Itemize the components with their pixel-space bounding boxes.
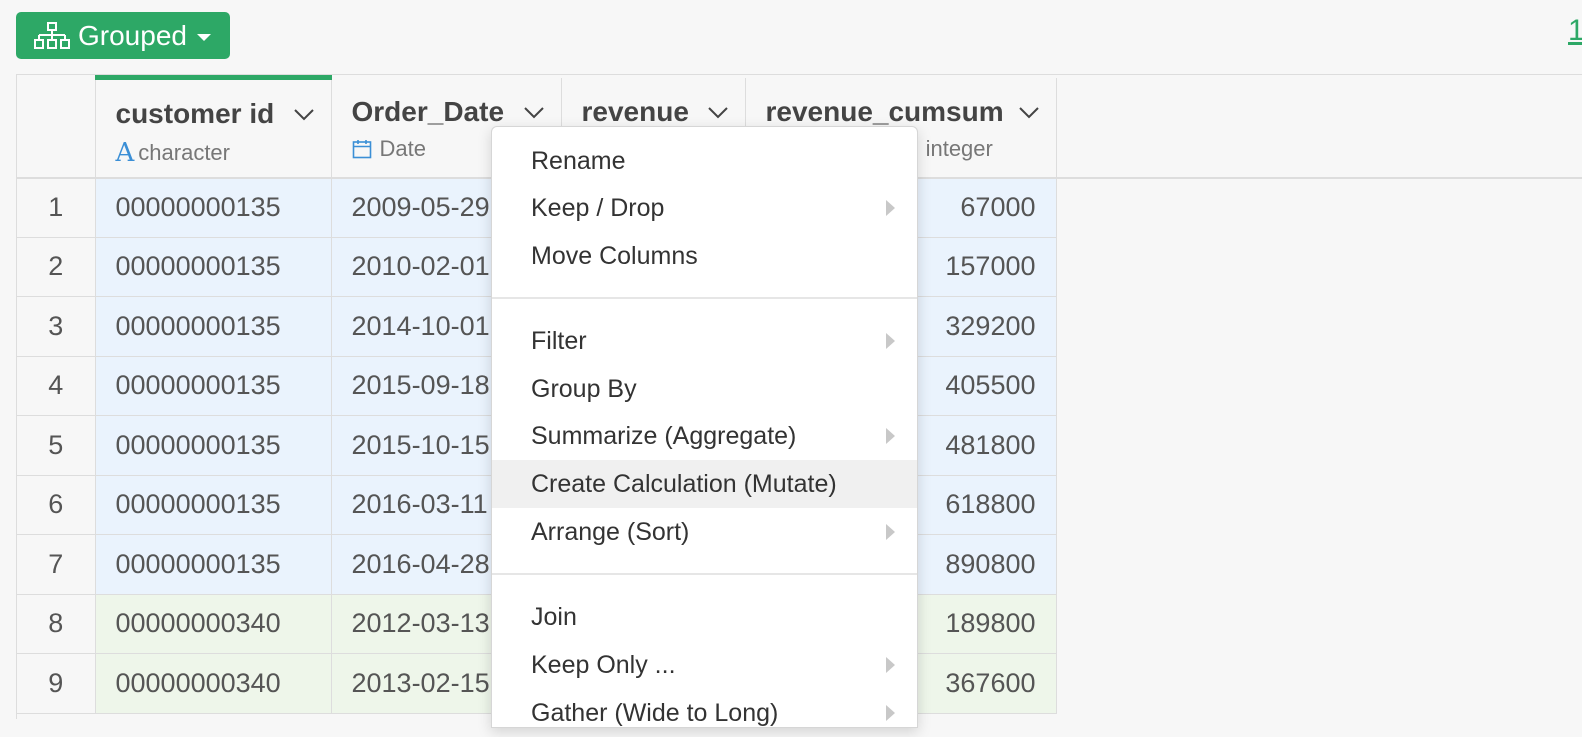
menu-item-summarize-aggregate[interactable]: Summarize (Aggregate) [492, 412, 917, 460]
caret-down-icon [196, 33, 211, 41]
cell-customer-id[interactable]: 00000000135 [95, 475, 332, 535]
empty-cell [1056, 415, 1582, 475]
menu-item-gather-wide-to-long[interactable]: Gather (Wide to Long) [492, 689, 917, 737]
menu-item-arrange-sort[interactable]: Arrange (Sort) [492, 508, 917, 556]
empty-cell [1056, 534, 1582, 594]
cell-customer-id[interactable]: 00000000135 [95, 356, 332, 416]
submenu-arrow-icon [886, 428, 895, 444]
column-header-customer-id[interactable]: customer id A character [95, 75, 332, 179]
toolbar: Grouped 1 [0, 0, 1582, 74]
column-type-label: Date [379, 135, 426, 161]
column-type: ± integer [906, 136, 993, 162]
row-index[interactable]: 5 [17, 415, 96, 476]
submenu-arrow-icon [886, 333, 895, 349]
menu-item-label: Filter [531, 327, 587, 355]
menu-item-filter[interactable]: Filter [492, 317, 917, 365]
submenu-arrow-icon [886, 200, 895, 216]
grouped-button[interactable]: Grouped [16, 12, 230, 59]
chevron-down-icon[interactable] [523, 106, 545, 120]
menu-item-rename[interactable]: Rename [492, 137, 917, 185]
submenu-arrow-icon [886, 705, 895, 721]
row-index[interactable]: 2 [17, 237, 96, 297]
row-index[interactable]: 4 [17, 356, 96, 416]
corner-link[interactable]: 1 [1568, 14, 1582, 52]
empty-cell [1056, 237, 1582, 297]
grouped-button-label: Grouped [78, 19, 187, 51]
menu-item-label: Summarize (Aggregate) [531, 422, 797, 450]
menu-item-label: Group By [531, 375, 637, 403]
column-type: A character [116, 138, 231, 168]
menu-item-label: Create Calculation (Mutate) [531, 470, 837, 498]
cell-customer-id[interactable]: 00000000135 [95, 177, 332, 238]
empty-cell [1056, 356, 1582, 416]
menu-item-label: Join [531, 603, 577, 631]
menu-item-create-calculation-mutate[interactable]: Create Calculation (Mutate) [492, 460, 917, 508]
column-title: revenue [581, 95, 689, 127]
menu-item-label: Move Columns [531, 242, 698, 270]
row-index[interactable]: 1 [17, 177, 96, 238]
empty-cell [1056, 296, 1582, 356]
row-index[interactable]: 8 [17, 594, 96, 654]
row-index[interactable]: 7 [17, 534, 96, 595]
empty-cell [1056, 594, 1582, 654]
character-type-icon: A [115, 138, 135, 168]
menu-item-keep-drop[interactable]: Keep / Drop [492, 184, 917, 232]
menu-separator [492, 573, 917, 575]
empty-cell [1056, 177, 1582, 237]
column-type: Date [352, 136, 426, 162]
empty-cell [1056, 653, 1582, 713]
cell-customer-id[interactable]: 00000000340 [95, 594, 332, 654]
menu-item-keep-only[interactable]: Keep Only ... [492, 641, 917, 689]
cell-customer-id[interactable]: 00000000135 [95, 534, 332, 595]
cell-customer-id[interactable]: 00000000340 [95, 653, 332, 714]
chevron-down-icon[interactable] [707, 106, 729, 120]
menu-item-join[interactable]: Join [492, 593, 917, 641]
menu-separator [492, 297, 917, 299]
cell-customer-id[interactable]: 00000000135 [95, 237, 332, 297]
empty-cell [1056, 475, 1582, 535]
row-index[interactable]: 3 [17, 296, 96, 357]
calendar-icon [352, 139, 371, 158]
row-index-header [17, 77, 96, 179]
submenu-arrow-icon [886, 524, 895, 540]
column-type-label: integer [925, 135, 993, 161]
menu-item-label: Arrange (Sort) [531, 518, 690, 546]
cell-customer-id[interactable]: 00000000135 [95, 415, 332, 476]
column-title: revenue_cumsum [765, 95, 1004, 127]
menu-item-label: Rename [531, 147, 626, 175]
column-context-menu: Rename Keep / Drop Move Columns Filter Group… [491, 126, 918, 728]
submenu-arrow-icon [886, 657, 895, 673]
row-index[interactable]: 9 [17, 653, 96, 714]
cell-customer-id[interactable]: 00000000135 [95, 296, 332, 357]
menu-item-label: Keep Only ... [531, 651, 676, 679]
menu-item-label: Gather (Wide to Long) [531, 699, 779, 727]
column-type-label: character [138, 140, 230, 165]
row-index[interactable]: 6 [17, 475, 96, 535]
chevron-down-icon[interactable] [293, 108, 315, 122]
menu-item-group-by[interactable]: Group By [492, 365, 917, 413]
hierarchy-icon [34, 21, 70, 49]
empty-header [1056, 77, 1582, 179]
menu-item-move-columns[interactable]: Move Columns [492, 232, 917, 280]
column-title: customer id [115, 98, 275, 129]
chevron-down-icon[interactable] [1018, 106, 1040, 120]
menu-item-label: Keep / Drop [531, 194, 665, 222]
column-title: Order_Date [351, 95, 505, 127]
